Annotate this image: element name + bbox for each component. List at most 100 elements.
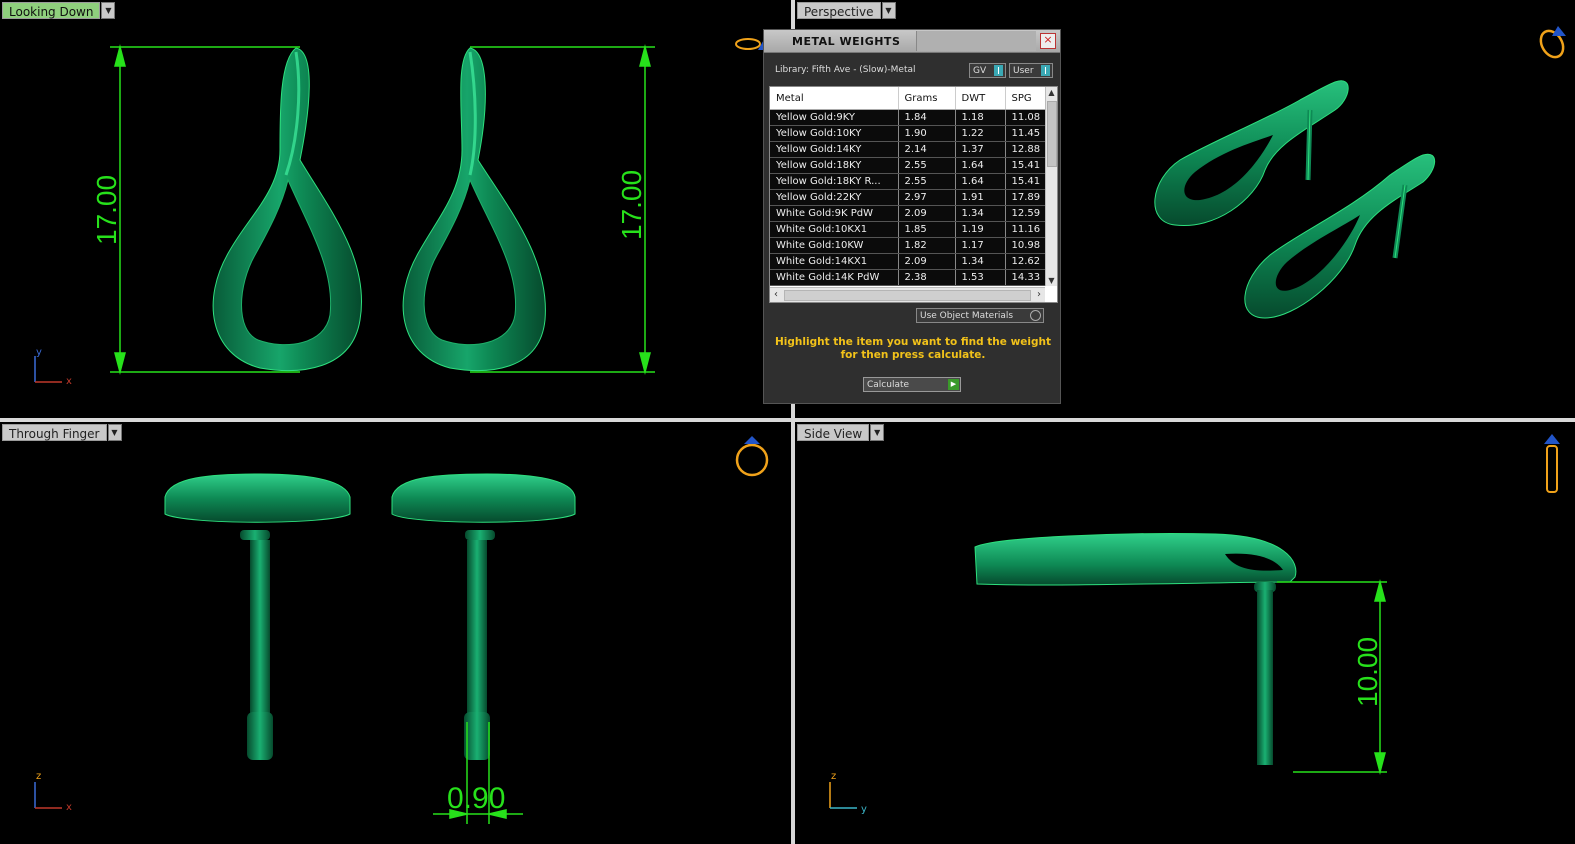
calculate-button[interactable]: Calculate ▶ — [863, 377, 961, 392]
spg-cell: 15.41 — [1005, 157, 1048, 174]
titlebar-grip[interactable] — [916, 31, 1036, 51]
table-row[interactable]: Yellow Gold:22KY 2.97 1.91 17.89 — [770, 189, 1048, 206]
ring-orientation-icon — [1539, 26, 1566, 59]
close-icon[interactable]: × — [1040, 33, 1056, 49]
earring-front-left — [164, 473, 351, 760]
scroll-thumb[interactable] — [1047, 101, 1057, 167]
spg-cell: 14.33 — [1005, 269, 1048, 286]
dropdown-arrow-icon[interactable]: ▼ — [101, 2, 116, 19]
metal-cell: Yellow Gold:18KY R... — [770, 173, 899, 190]
toggle-knob-icon — [1041, 65, 1050, 76]
scroll-left-arrow-icon[interactable]: ‹ — [770, 288, 782, 302]
dwt-cell: 1.64 — [955, 173, 1006, 190]
table-row[interactable]: White Gold:9K PdW 2.09 1.34 12.59 — [770, 205, 1048, 222]
radio-indicator-icon — [1030, 310, 1041, 321]
dialog-titlebar[interactable]: METAL WEIGHTS × — [764, 30, 1060, 53]
metal-weights-table: Metal Grams DWT SPG Yellow Gold:9KY 1.84 1… — [769, 86, 1058, 303]
side-view-scene[interactable]: 10.00 z y — [795, 422, 1575, 844]
svg-text:z: z — [831, 771, 836, 782]
column-header-spg[interactable]: SPG — [1005, 87, 1048, 110]
scroll-thumb[interactable] — [784, 290, 1031, 301]
dim-label-left: 17.00 — [91, 175, 122, 245]
metal-cell: Yellow Gold:22KY — [770, 189, 899, 206]
spg-cell: 15.41 — [1005, 173, 1048, 190]
table-row[interactable]: White Gold:10KX1 1.85 1.19 11.16 — [770, 221, 1048, 238]
vertical-scrollbar[interactable]: ▲ ▼ — [1045, 87, 1057, 286]
axis-triad-icon: z y — [829, 771, 867, 815]
viewport-looking-down[interactable]: 17.00 17.00 y x Looking Down ▼ — [0, 0, 791, 418]
user-toggle[interactable]: User — [1009, 63, 1053, 78]
table-row[interactable]: Yellow Gold:9KY 1.84 1.18 11.08 — [770, 109, 1048, 126]
viewport-through-finger[interactable]: 0.90 z x Through Finger ▼ — [0, 422, 791, 844]
table-header-row: Metal Grams DWT SPG — [770, 87, 1048, 110]
use-object-materials-toggle[interactable]: Use Object Materials — [916, 308, 1044, 323]
table-row[interactable]: White Gold:14K PdW 2.38 1.53 14.33 — [770, 269, 1048, 286]
table-row[interactable]: Yellow Gold:18KY 2.55 1.64 15.41 — [770, 157, 1048, 174]
metal-cell: White Gold:14KX1 — [770, 253, 899, 270]
spg-cell: 12.62 — [1005, 253, 1048, 270]
dwt-cell: 1.37 — [955, 141, 1006, 158]
toggle-knob-icon — [994, 65, 1003, 76]
viewport-divider-horizontal[interactable] — [0, 418, 1575, 422]
spg-cell: 17.89 — [1005, 189, 1048, 206]
table-row[interactable]: Yellow Gold:18KY R... 2.55 1.64 15.41 — [770, 173, 1048, 190]
earring-top-right — [402, 47, 546, 371]
dwt-cell: 1.34 — [955, 205, 1006, 222]
grams-cell: 1.90 — [898, 125, 956, 142]
axis-triad-icon: z x — [34, 771, 72, 813]
spg-cell: 10.98 — [1005, 237, 1048, 254]
dropdown-arrow-icon[interactable]: ▼ — [881, 2, 896, 19]
metal-cell: Yellow Gold:18KY — [770, 157, 899, 174]
looking-down-scene[interactable]: 17.00 17.00 y x — [0, 0, 791, 418]
svg-text:x: x — [66, 802, 72, 813]
dwt-cell: 1.53 — [955, 269, 1006, 286]
scroll-up-arrow-icon[interactable]: ▲ — [1046, 87, 1057, 98]
earring-front-right — [391, 473, 576, 760]
dim-label-post: 0.90 — [447, 782, 505, 815]
dialog-title: METAL WEIGHTS — [792, 34, 901, 48]
dwt-cell: 1.34 — [955, 253, 1006, 270]
viewport-label-side-view[interactable]: Side View ▼ — [797, 424, 885, 441]
spg-cell: 12.59 — [1005, 205, 1048, 222]
dimension-lines-top — [110, 44, 655, 375]
metal-cell: White Gold:9K PdW — [770, 205, 899, 222]
dim-label-side: 10.00 — [1352, 637, 1383, 707]
ring-orientation-icon — [735, 436, 769, 477]
horizontal-scrollbar[interactable]: ‹ › — [770, 287, 1045, 302]
metal-cell: Yellow Gold:10KY — [770, 125, 899, 142]
metal-weights-dialog: METAL WEIGHTS × Library: Fifth Ave - (Sl… — [763, 29, 1061, 404]
gv-toggle[interactable]: GV — [969, 63, 1006, 78]
grams-cell: 2.14 — [898, 141, 956, 158]
viewport-label-looking-down[interactable]: Looking Down ▼ — [2, 2, 116, 19]
earring-perspective-front — [1244, 153, 1436, 319]
viewport-label-through-finger[interactable]: Through Finger ▼ — [2, 424, 122, 441]
dim-label-right: 17.00 — [616, 170, 647, 240]
svg-text:x: x — [66, 376, 72, 387]
earring-side — [974, 533, 1297, 765]
viewport-side-view[interactable]: 10.00 z y Side View ▼ — [795, 422, 1575, 844]
dwt-cell: 1.18 — [955, 109, 1006, 126]
scroll-down-arrow-icon[interactable]: ▼ — [1046, 275, 1057, 286]
grams-cell: 2.09 — [898, 253, 956, 270]
metal-cell: Yellow Gold:9KY — [770, 109, 899, 126]
column-header-grams[interactable]: Grams — [898, 87, 956, 110]
through-finger-scene[interactable]: 0.90 z x — [0, 422, 791, 844]
grams-cell: 1.85 — [898, 221, 956, 238]
dwt-cell: 1.64 — [955, 157, 1006, 174]
scroll-right-arrow-icon[interactable]: › — [1033, 288, 1045, 302]
table-row[interactable]: Yellow Gold:14KY 2.14 1.37 12.88 — [770, 141, 1048, 158]
viewport-label-perspective[interactable]: Perspective ▼ — [797, 2, 896, 19]
grams-cell: 1.82 — [898, 237, 956, 254]
column-header-metal[interactable]: Metal — [770, 87, 899, 110]
dropdown-arrow-icon[interactable]: ▼ — [870, 424, 885, 441]
table-row[interactable]: Yellow Gold:10KY 1.90 1.22 11.45 — [770, 125, 1048, 142]
table-row[interactable]: White Gold:14KX1 2.09 1.34 12.62 — [770, 253, 1048, 270]
grams-cell: 2.55 — [898, 157, 956, 174]
axis-triad-icon: y x — [34, 347, 72, 387]
table-row[interactable]: White Gold:10KW 1.82 1.17 10.98 — [770, 237, 1048, 254]
column-header-dwt[interactable]: DWT — [955, 87, 1006, 110]
grams-cell: 2.97 — [898, 189, 956, 206]
dropdown-arrow-icon[interactable]: ▼ — [107, 424, 122, 441]
ring-orientation-icon — [1544, 434, 1560, 493]
dwt-cell: 1.17 — [955, 237, 1006, 254]
